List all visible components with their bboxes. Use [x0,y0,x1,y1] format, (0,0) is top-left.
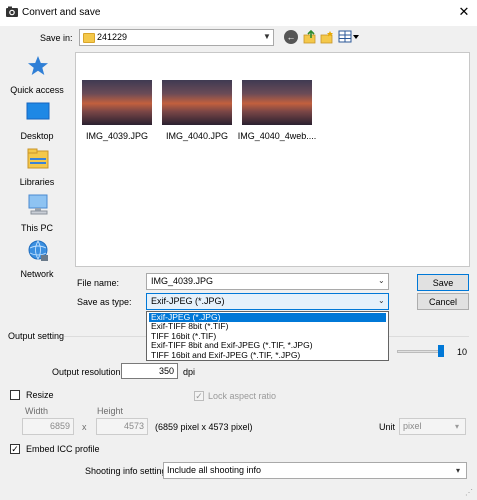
resize-checkbox[interactable] [10,390,20,400]
file-thumbnail[interactable] [242,80,312,125]
place-network[interactable]: Network [4,236,70,282]
new-folder-icon[interactable] [320,30,334,44]
place-desktop[interactable]: Desktop [4,98,70,144]
save-as-type-dropdown[interactable]: Exif-JPEG (*.JPG) Exif-TIFF 8bit (*.TIF)… [146,311,389,361]
chevron-down-icon[interactable]: ▼ [263,32,271,41]
save-in-value: 241229 [97,32,128,42]
lock-aspect-checkbox[interactable]: ✓ [194,391,204,401]
file-name-label[interactable]: IMG_4039.JPG [72,131,162,141]
file-thumbnail[interactable] [162,80,232,125]
place-label: Desktop [20,131,54,141]
computer-icon [28,194,48,215]
chevron-down-icon[interactable]: ⌄ [378,276,385,285]
unit-label: Unit [379,422,396,432]
desktop-icon [26,102,50,120]
cancel-button[interactable]: Cancel [417,293,469,310]
type-option[interactable]: TIFF 16bit and Exif-JPEG (*.TIF, *.JPG) [149,350,386,361]
width-label: Width [25,406,49,416]
height-label: Height [97,406,124,416]
lock-aspect-label: Lock aspect ratio [208,391,277,401]
save-in-label: Save in: [40,33,73,43]
libraries-icon [27,148,49,169]
resolution-unit: dpi [183,367,196,377]
shooting-info-select[interactable]: Include all shooting info [163,462,467,479]
output-resolution-label: Output resolution [52,367,121,377]
embed-icc-label[interactable]: Embed ICC profile [26,444,100,454]
place-label: Quick access [10,85,64,95]
save-as-type-label: Save as type: [77,297,132,307]
window-title: Convert and save [22,7,101,18]
view-menu-icon[interactable] [338,30,360,44]
quality-slider[interactable] [397,350,444,353]
file-name-label[interactable]: IMG_4040.JPG [152,131,242,141]
pixel-size-info: (6859 pixel x 4573 pixel) [155,422,253,432]
folder-icon [83,33,95,43]
resize-grip-icon[interactable]: ⋰ [465,488,474,497]
file-thumbnail[interactable] [82,80,152,125]
file-name-label[interactable]: IMG_4040_4web.... [232,131,322,141]
output-setting-label: Output setting [8,331,65,341]
save-as-type-value[interactable]: Exif-JPEG (*.JPG) [151,296,225,306]
up-folder-icon[interactable] [303,30,317,44]
place-this-pc[interactable]: This PC [4,190,70,236]
file-name-value[interactable]: IMG_4039.JPG [151,276,213,286]
shooting-info-label: Shooting info setting [85,466,167,476]
resize-label[interactable]: Resize [26,390,54,400]
close-icon: ✕ [458,4,470,19]
place-quick-access[interactable]: Quick access [4,52,70,98]
back-icon[interactable]: ← [284,30,298,44]
place-label: Libraries [19,177,55,187]
quality-value: 10 [457,347,468,357]
place-libraries[interactable]: Libraries [4,144,70,190]
place-label: This PC [20,223,53,233]
network-icon [28,240,48,261]
file-name-label: File name: [77,278,120,288]
place-label: Network [20,269,54,279]
height-input[interactable]: 4573 [96,418,148,435]
quality-slider-thumb[interactable] [438,345,444,357]
width-input[interactable]: 6859 [22,418,74,435]
app-icon [6,6,18,17]
chevron-down-icon[interactable]: ▾ [455,422,459,431]
close-button[interactable]: ✕ [453,2,475,22]
times-sign: x [82,422,87,432]
embed-icc-checkbox[interactable]: ✓ [10,444,20,454]
star-icon [28,56,48,75]
chevron-down-icon[interactable]: ▾ [456,466,460,475]
save-button[interactable]: Save [417,274,469,291]
output-resolution-input[interactable]: 350 [121,363,178,379]
chevron-down-icon[interactable]: ⌄ [378,296,385,305]
